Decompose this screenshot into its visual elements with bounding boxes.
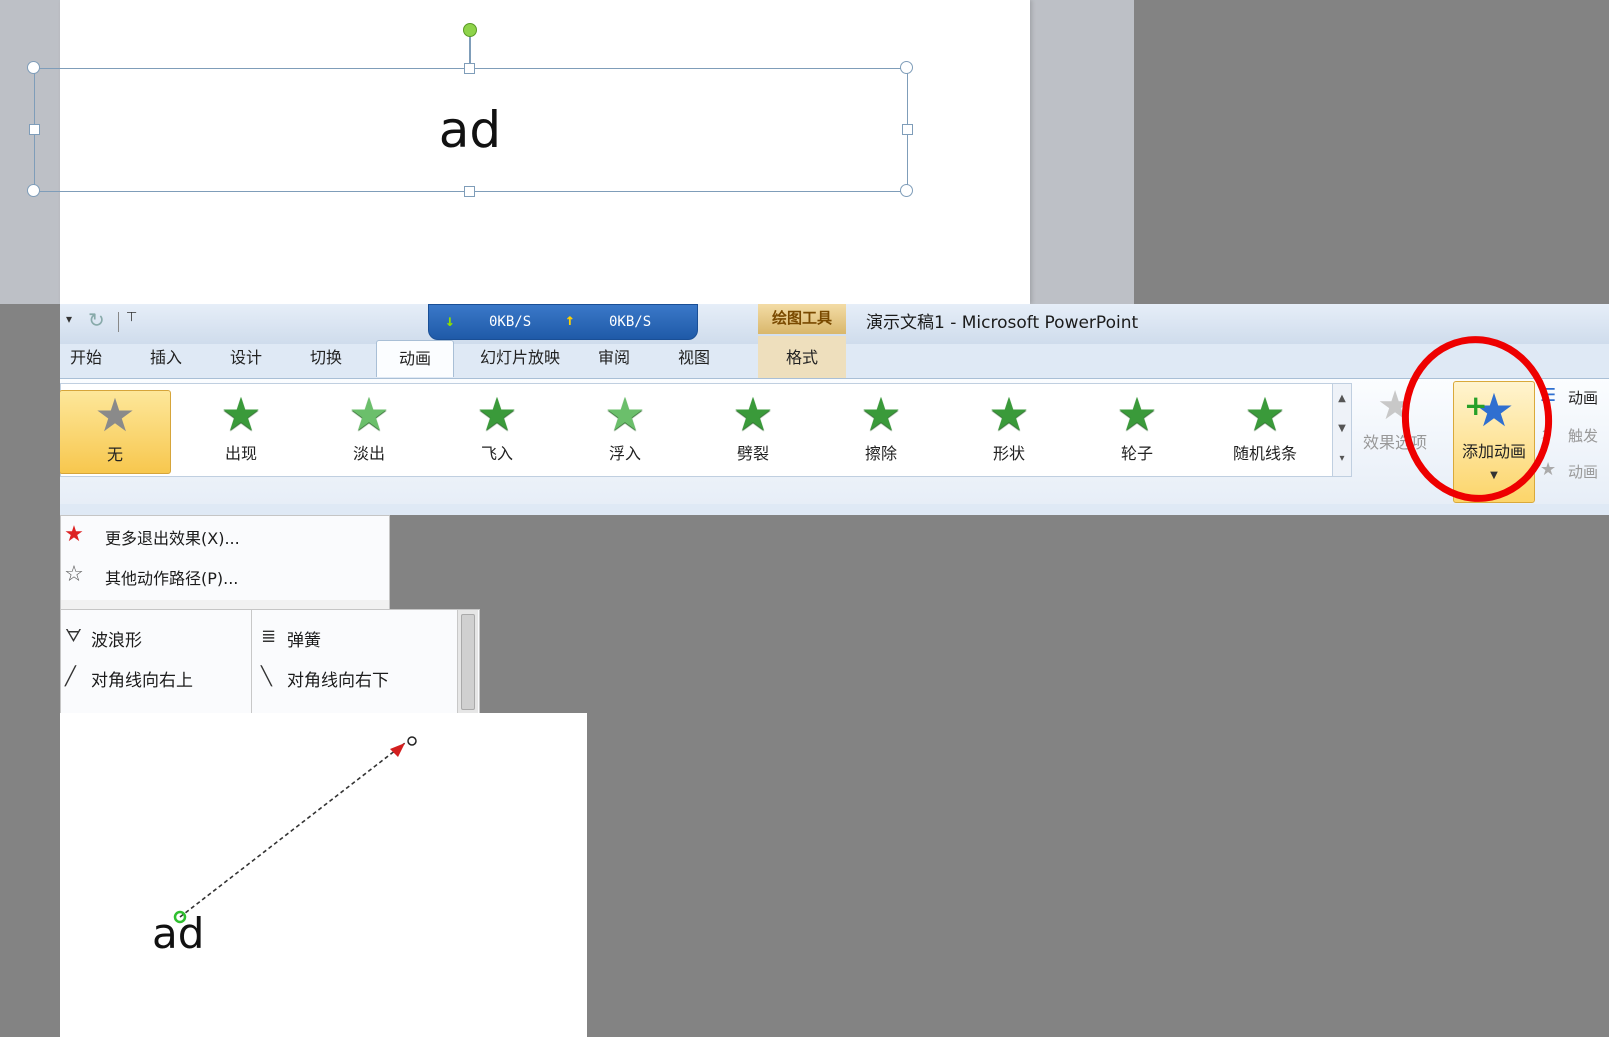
tab-home[interactable]: 开始 xyxy=(60,340,112,376)
download-speed: 0KB/S xyxy=(489,314,532,330)
motion-path-canvas xyxy=(173,736,417,924)
tab-format[interactable]: 格式 xyxy=(776,340,828,376)
effect-appear[interactable]: ★ 出现 xyxy=(187,390,295,472)
effect-label: 擦除 xyxy=(864,444,897,463)
effect-label: 随机线条 xyxy=(1232,444,1297,463)
red-star-icon: ★ xyxy=(64,522,84,547)
star-random-bars-icon: ★ xyxy=(1244,387,1286,441)
ribbon-tab-bar: 开始 插入 设计 切换 动画 幻灯片放映 审阅 视图 格式 xyxy=(60,336,1609,378)
effect-none[interactable]: ★ 无 xyxy=(60,390,171,474)
effect-label: 轮子 xyxy=(1120,444,1153,463)
star-appear-icon: ★ xyxy=(220,387,262,441)
motion-paths-list-fragment: ᗊ 波浪形 ╱ 对角线向右上 ≣ 弹簧 ╲ 对角线向右下 xyxy=(60,609,480,715)
path-end-arrow-icon xyxy=(390,743,405,757)
effect-shape[interactable]: ★ 形状 xyxy=(955,390,1063,472)
star-wipe-icon: ★ xyxy=(860,387,902,441)
effect-split[interactable]: ★ 劈裂 xyxy=(699,390,807,472)
resize-handle-top[interactable] xyxy=(464,63,475,74)
menu-item-label: 其他动作路径(P)... xyxy=(105,569,239,588)
menu-item-more-motion-paths[interactable]: ☆ 其他动作路径(P)... xyxy=(61,556,389,594)
effect-random-bars[interactable]: ★ 随机线条 xyxy=(1211,390,1319,472)
wave-icon: ᗊ xyxy=(65,626,82,647)
effect-label: 淡出 xyxy=(352,444,385,463)
slide-preview: ad xyxy=(60,713,587,1037)
resize-handle-bottom-left[interactable] xyxy=(27,184,40,197)
tab-insert[interactable]: 插入 xyxy=(140,340,192,376)
resize-handle-top-left[interactable] xyxy=(27,61,40,74)
redo-icon[interactable]: ↻ xyxy=(88,308,105,332)
gallery-more-icon[interactable]: ▾ xyxy=(1335,446,1349,472)
effect-wipe[interactable]: ★ 擦除 xyxy=(827,390,935,472)
customize-qat-icon[interactable]: ⊤ xyxy=(126,310,137,325)
qat-dropdown-icon[interactable]: ▾ xyxy=(66,312,72,326)
star-wheel-icon: ★ xyxy=(1116,387,1158,441)
spring-icon: ≣ xyxy=(261,626,277,647)
text-box-content[interactable]: ad xyxy=(34,90,906,170)
menu-item-more-exit-effects[interactable]: ★ 更多退出效果(X)... xyxy=(61,516,389,554)
rotation-handle[interactable] xyxy=(463,23,477,37)
star-split-icon: ★ xyxy=(732,387,774,441)
tab-review[interactable]: 审阅 xyxy=(588,340,640,376)
menu-item-label: 更多退出效果(X)... xyxy=(105,529,240,548)
effect-label: 出现 xyxy=(224,444,257,463)
effect-label: 飞入 xyxy=(480,444,513,463)
download-arrow-icon: ↓ xyxy=(445,311,455,330)
animated-text[interactable]: ad xyxy=(152,909,204,958)
gallery-scroll-up-icon[interactable]: ▲ xyxy=(1335,386,1349,412)
upload-speed: 0KB/S xyxy=(609,314,652,330)
gallery-scrollbar[interactable]: ▲ ▼ ▾ xyxy=(1332,383,1352,477)
path-item-spring[interactable]: 弹簧 xyxy=(287,626,321,651)
outline-star-icon: ☆ xyxy=(64,562,84,587)
add-animation-menu-fragment: ★ 更多退出效果(X)... ☆ 其他动作路径(P)... xyxy=(60,515,390,611)
tab-slide-show[interactable]: 幻灯片放映 xyxy=(466,340,574,376)
effect-fade[interactable]: ★ 淡出 xyxy=(315,390,423,472)
list-scrollbar[interactable] xyxy=(457,610,478,714)
effect-float-in[interactable]: ★ 浮入 xyxy=(571,390,679,472)
window-title: 演示文稿1 - Microsoft PowerPoint xyxy=(866,313,1139,333)
star-fade-icon: ★ xyxy=(348,387,390,441)
motion-path-line[interactable] xyxy=(179,742,406,918)
scrollbar-thumb[interactable] xyxy=(461,614,475,710)
tab-design[interactable]: 设计 xyxy=(220,340,272,376)
star-shape-icon: ★ xyxy=(988,387,1030,441)
ribbon: ▾ ↻ ⊤ ↓ 0KB/S ↑ 0KB/S 绘图工具 演示文稿1 - Micro… xyxy=(60,304,1609,515)
path-item-diagonal-up-right[interactable]: 对角线向右上 xyxy=(91,666,193,691)
effect-label: 形状 xyxy=(992,444,1025,463)
animations-ribbon-panel: ★ 无 ★ 出现 ★ 淡出 ★ 飞入 ★ 浮入 ★ 劈裂 ★ 擦除 ★ 形状 ★… xyxy=(60,378,1609,504)
effect-fly-in[interactable]: ★ 飞入 xyxy=(443,390,551,472)
animation-painter-icon[interactable]: ★ xyxy=(1540,459,1556,480)
upload-arrow-icon: ↑ xyxy=(565,310,575,329)
star-fly-in-icon: ★ xyxy=(476,387,518,441)
effect-wheel[interactable]: ★ 轮子 xyxy=(1083,390,1191,472)
qat-separator xyxy=(118,312,119,332)
resize-handle-top-right[interactable] xyxy=(900,61,913,74)
resize-handle-bottom-right[interactable] xyxy=(900,184,913,197)
path-item-diagonal-down-right[interactable]: 对角线向右下 xyxy=(287,666,389,691)
diagonal-up-right-icon: ╱ xyxy=(65,666,76,687)
contextual-tab-group: 绘图工具 xyxy=(758,304,846,334)
column-divider xyxy=(251,610,252,714)
effect-label: 浮入 xyxy=(608,444,641,463)
star-float-in-icon: ★ xyxy=(604,387,646,441)
gallery-scroll-down-icon[interactable]: ▼ xyxy=(1335,416,1349,442)
tab-transitions[interactable]: 切换 xyxy=(300,340,352,376)
tab-animations[interactable]: 动画 xyxy=(376,340,454,377)
diagonal-down-right-icon: ╲ xyxy=(261,666,272,687)
resize-handle-bottom[interactable] xyxy=(464,186,475,197)
animation-gallery: ★ 无 ★ 出现 ★ 淡出 ★ 飞入 ★ 浮入 ★ 劈裂 ★ 擦除 ★ 形状 ★… xyxy=(60,383,1334,477)
tab-view[interactable]: 视图 xyxy=(668,340,720,376)
network-speed-widget: ↓ 0KB/S ↑ 0KB/S xyxy=(428,304,698,340)
trigger-label[interactable]: 触发 xyxy=(1568,425,1598,446)
effect-label: 劈裂 xyxy=(736,444,769,463)
gray-star-icon: ★ xyxy=(94,388,136,442)
animation-painter-label[interactable]: 动画 xyxy=(1568,461,1598,482)
path-item-wave[interactable]: 波浪形 xyxy=(91,626,142,651)
effect-label: 无 xyxy=(106,445,123,464)
path-end-handle[interactable] xyxy=(407,736,417,746)
animation-pane-label[interactable]: 动画 xyxy=(1568,387,1598,408)
